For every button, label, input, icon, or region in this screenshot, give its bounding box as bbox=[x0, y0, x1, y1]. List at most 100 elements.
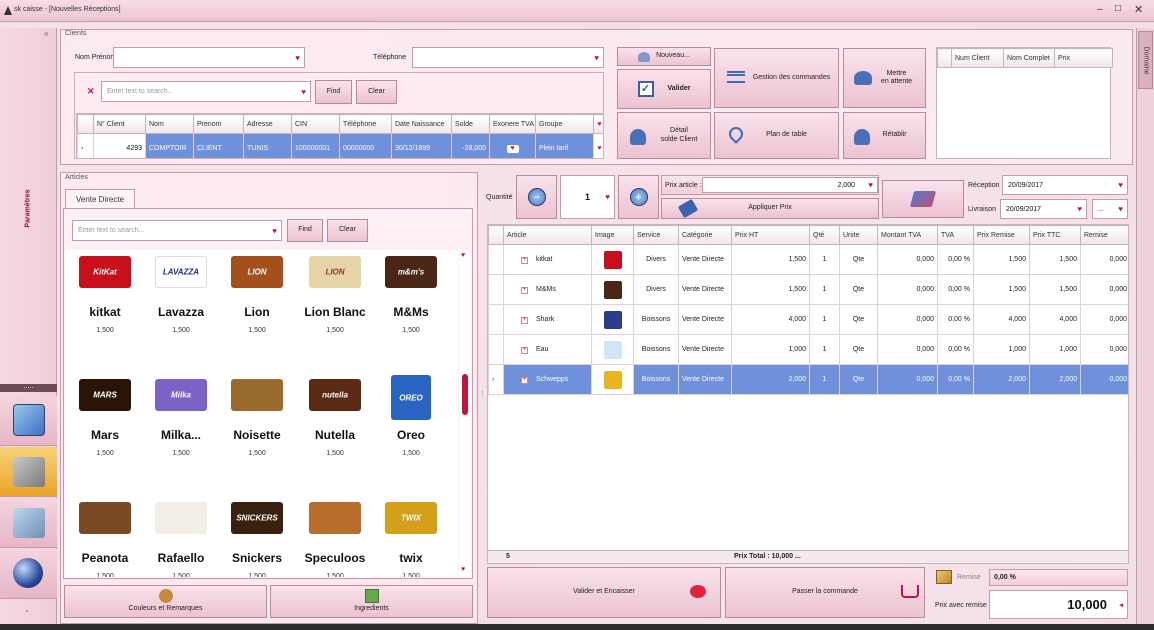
col-header[interactable]: CIN bbox=[291, 114, 340, 134]
product-tile[interactable]: LAVAZZA Lavazza 1,500 bbox=[143, 250, 219, 370]
domain-tab[interactable]: Domaine bbox=[1138, 31, 1153, 89]
product-tile[interactable]: Speculoos 1,500 bbox=[297, 496, 373, 577]
minimize-button[interactable]: – bbox=[1097, 4, 1103, 15]
sidebar-item-settings[interactable] bbox=[0, 498, 57, 548]
plan-de-table-button[interactable]: Plan de table bbox=[714, 112, 839, 159]
sidebar-grip[interactable]: ..... bbox=[0, 383, 57, 392]
splitter-handle[interactable]: ⋮ bbox=[479, 390, 486, 404]
calculator-button[interactable] bbox=[882, 180, 964, 218]
col-header[interactable]: Exonere TVA bbox=[489, 114, 536, 134]
right-panel[interactable]: Domaine bbox=[1136, 28, 1154, 624]
client-clear-button[interactable]: Clear bbox=[356, 80, 397, 104]
collapse-icon[interactable]: « bbox=[44, 29, 48, 38]
valider-button[interactable]: ✓ Valider bbox=[617, 69, 711, 109]
reception-date-field[interactable]: 20/09/2017 ♥ bbox=[1002, 175, 1128, 195]
retablir-button[interactable]: Rétablir bbox=[843, 112, 926, 159]
scroll-down-heart[interactable]: ♥ bbox=[461, 566, 465, 573]
expand-icon[interactable]: + bbox=[521, 286, 528, 294]
col-header[interactable]: Prix bbox=[1054, 48, 1113, 68]
col-header[interactable]: Téléphone bbox=[339, 114, 392, 134]
product-tile[interactable]: Rafaello 1,500 bbox=[143, 496, 219, 577]
scroll-up-heart[interactable]: ♥ bbox=[461, 252, 465, 259]
product-scrollbar[interactable]: ♥ ♥ bbox=[459, 250, 471, 577]
tab-vente-directe[interactable]: Vente Directe bbox=[65, 189, 135, 209]
valider-encaisser-button[interactable]: Valider et Encaisser bbox=[487, 567, 721, 618]
col-header[interactable]: Date Naissance bbox=[391, 114, 452, 134]
col-header[interactable]: Article bbox=[503, 225, 592, 245]
increase-qty-button[interactable]: + bbox=[618, 175, 659, 219]
col-header[interactable]: Prenom bbox=[193, 114, 244, 134]
col-header[interactable]: Nom bbox=[145, 114, 194, 134]
product-tile[interactable]: SNICKERS Snickers 1,500 bbox=[219, 496, 295, 577]
prix-article-field[interactable]: 2,000 ♥ bbox=[702, 177, 878, 193]
col-header[interactable]: Catégorie bbox=[678, 225, 732, 245]
couleurs-remarques-button[interactable]: Couleurs et Remarques bbox=[64, 585, 267, 618]
product-tile[interactable]: TWIX twix 1,500 bbox=[373, 496, 449, 577]
col-header[interactable]: Montant TVA bbox=[877, 225, 938, 245]
passer-commande-button[interactable]: Passer la commande bbox=[725, 567, 925, 618]
exonere-checkbox-icon[interactable]: ♥ bbox=[489, 133, 536, 158]
clear-filter-icon[interactable]: ✕ bbox=[87, 86, 95, 97]
table-row[interactable]: + M&Ms Divers Vente Directe 1,500 1 Qte 0,000 0,… bbox=[488, 274, 1128, 305]
nouveau-button[interactable]: Nouveau... bbox=[617, 47, 711, 66]
col-header[interactable]: Nom Complet bbox=[1003, 48, 1055, 68]
sidebar-settings-tab[interactable]: Paramètres bbox=[22, 148, 34, 268]
gestion-commandes-button[interactable]: Gestion des commandes bbox=[714, 48, 839, 108]
col-header[interactable]: Qté bbox=[809, 225, 840, 245]
col-header[interactable]: Unite bbox=[839, 225, 878, 245]
client-find-button[interactable]: Find bbox=[315, 80, 352, 104]
col-header[interactable]: Prix TTC bbox=[1029, 225, 1081, 245]
ingredients-button[interactable]: Ingredients bbox=[270, 585, 473, 618]
product-tile[interactable]: LION Lion 1,500 bbox=[219, 250, 295, 370]
detail-solde-button[interactable]: Détail solde Client bbox=[617, 112, 711, 159]
sidebar-item-tools[interactable] bbox=[0, 447, 57, 497]
product-tile[interactable]: nutella Nutella 1,500 bbox=[297, 373, 373, 493]
product-tile[interactable]: Peanota 1,500 bbox=[67, 496, 143, 577]
expand-icon[interactable]: + bbox=[521, 346, 528, 354]
mettre-en-attente-button[interactable]: Mettre en attente bbox=[843, 48, 926, 108]
product-tile[interactable]: Milka Milka... 1,500 bbox=[143, 373, 219, 493]
product-tile[interactable]: MARS Mars 1,500 bbox=[67, 373, 143, 493]
chevron-down-icon[interactable]: ⌄ bbox=[24, 606, 30, 614]
expand-icon[interactable]: + bbox=[521, 376, 528, 384]
client-search-input[interactable]: Enter text to search... ♥ bbox=[101, 81, 311, 102]
product-tile[interactable]: OREO Oreo 1,500 bbox=[373, 373, 449, 493]
col-header[interactable]: Adresse bbox=[243, 114, 292, 134]
maximize-button[interactable]: □ bbox=[1115, 3, 1121, 14]
expand-icon[interactable]: + bbox=[521, 256, 528, 264]
sidebar-item-globe[interactable] bbox=[0, 549, 57, 599]
product-tile[interactable]: Noisette 1,500 bbox=[219, 373, 295, 493]
col-header[interactable]: Groupe bbox=[535, 114, 594, 134]
product-search-input[interactable]: Enter text to search... ♥ bbox=[72, 220, 282, 241]
expand-icon[interactable]: + bbox=[521, 316, 528, 324]
table-row[interactable]: + Shark Boissons Vente Directe 4,000 1 Qte 0,00… bbox=[488, 304, 1128, 335]
product-tile[interactable]: m&m's M&Ms 1,500 bbox=[373, 250, 449, 370]
appliquer-prix-button[interactable]: Appliquer Prix bbox=[661, 198, 879, 219]
col-header[interactable]: Image bbox=[591, 225, 634, 245]
col-header[interactable]: Remise bbox=[1080, 225, 1128, 245]
table-row[interactable]: › 4293 COMPTOIR CLIENT TUNIS 100000001 0… bbox=[77, 133, 603, 158]
product-find-button[interactable]: Find bbox=[287, 219, 323, 242]
product-clear-button[interactable]: Clear bbox=[327, 219, 368, 242]
table-row[interactable]: + kitkat Divers Vente Directe 1,500 1 Qte 0,000… bbox=[488, 244, 1128, 275]
col-header[interactable]: TVA bbox=[937, 225, 974, 245]
col-header[interactable]: Prix HT bbox=[731, 225, 810, 245]
product-tile[interactable]: KitKat kitkat 1,500 bbox=[67, 250, 143, 370]
quantity-field[interactable]: 1 ♥ bbox=[560, 175, 615, 219]
telephone-field[interactable]: ♥ bbox=[412, 47, 604, 68]
scroll-down-heart[interactable]: ♥ bbox=[593, 133, 603, 158]
livraison-date-field[interactable]: 20/09/2017 ♥ bbox=[1000, 199, 1087, 219]
nom-prenom-field[interactable]: ♥ bbox=[113, 47, 305, 68]
scrollbar-thumb[interactable] bbox=[462, 374, 468, 415]
table-row[interactable]: › + Schwepps Boissons Vente Directe 2,000 1 Qte… bbox=[488, 364, 1128, 395]
livraison-more-field[interactable]: ... ♥ bbox=[1092, 199, 1128, 219]
col-header[interactable]: Prix Remise bbox=[973, 225, 1030, 245]
close-button[interactable]: ✕ bbox=[1134, 3, 1143, 16]
sidebar-item-calendar[interactable] bbox=[0, 396, 57, 446]
col-header[interactable]: Num Client bbox=[951, 48, 1004, 68]
table-row[interactable]: + Eau Boissons Vente Directe 1,000 1 Qte 0,000 0… bbox=[488, 334, 1128, 365]
decrease-qty-button[interactable]: − bbox=[516, 175, 557, 219]
col-header[interactable]: N° Client bbox=[93, 114, 146, 134]
product-tile[interactable]: LION Lion Blanc 1,500 bbox=[297, 250, 373, 370]
scroll-up-heart[interactable]: ♥ bbox=[593, 114, 603, 134]
